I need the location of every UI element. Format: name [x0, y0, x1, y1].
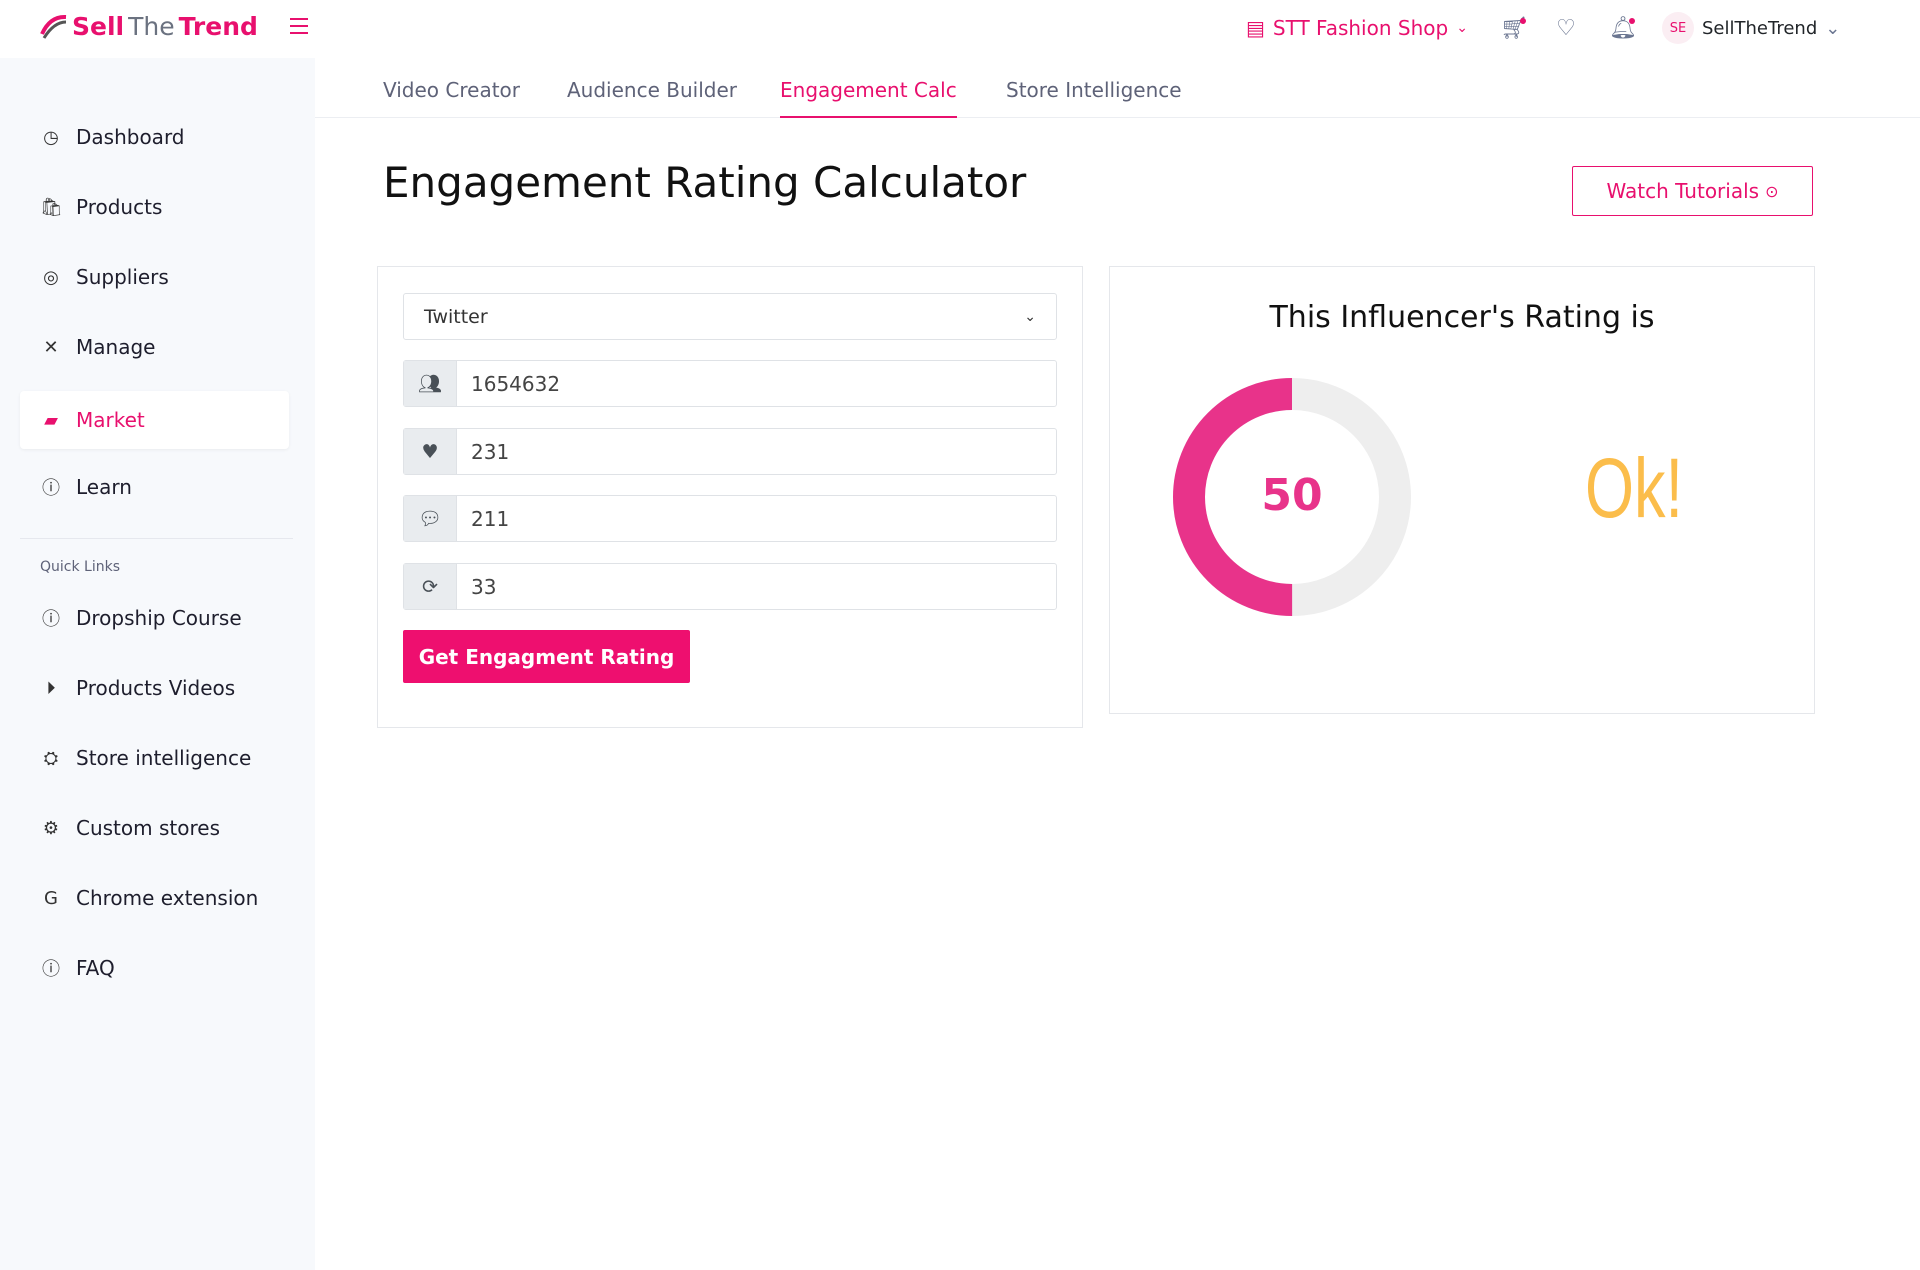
sidebar-item-products[interactable]: 🛍︎ Products — [20, 178, 289, 236]
comments-field[interactable]: 💬︎ 211 — [403, 495, 1057, 542]
sidebar-item-label: Custom stores — [76, 816, 220, 840]
logo-text: Trend — [178, 12, 258, 41]
page-title: Engagement Rating Calculator — [383, 158, 1027, 207]
platform-select[interactable]: Twitter ⌄ — [403, 293, 1057, 340]
platform-value: Twitter — [424, 305, 488, 328]
sidebar-divider — [20, 538, 293, 539]
tab-store-intelligence[interactable]: Store Intelligence — [1006, 78, 1182, 116]
heart-icon: ♥ — [404, 429, 457, 474]
get-rating-button[interactable]: Get Engagment Rating — [403, 630, 690, 683]
comment-icon: 💬︎ — [404, 496, 457, 541]
sidebar-item-products-videos[interactable]: ⏵ Products Videos — [20, 659, 289, 717]
sidebar-item-market[interactable]: ▰ Market — [20, 391, 289, 449]
logo-text: Sell — [72, 12, 125, 41]
shop-selector[interactable]: ▤ STT Fashion Shop ⌄ — [1246, 16, 1468, 40]
cart-icon[interactable]: 🛒︎ — [1500, 16, 1528, 42]
sidebar-item-label: Products — [76, 195, 163, 219]
sidebar-item-label: Products Videos — [76, 676, 236, 700]
chevron-down-icon: ⌄ — [1456, 20, 1468, 36]
tab-audience-builder[interactable]: Audience Builder — [567, 78, 737, 116]
sidebar: ◷ Dashboard 🛍︎ Products ◎ Suppliers ✕ Manage… — [0, 58, 315, 1270]
users-icon: 👥︎ — [404, 361, 457, 406]
sidebar-item-custom-stores[interactable]: ⚙ Custom stores — [20, 799, 289, 857]
chat-icon: ▰ — [44, 409, 58, 431]
logo-swoosh-icon — [40, 14, 67, 39]
sidebar-item-label: Chrome extension — [76, 886, 259, 910]
avatar: SE — [1662, 12, 1694, 44]
likes-input[interactable]: 231 — [457, 429, 1056, 474]
watch-tutorials-button[interactable]: Watch Tutorials ⊙ — [1572, 166, 1813, 216]
google-icon: G — [44, 887, 58, 909]
heart-icon[interactable]: ♡ — [1553, 16, 1579, 42]
bag-icon: 🛍︎ — [40, 196, 63, 218]
play-icon: ⏵ — [46, 677, 56, 699]
gear-icon: ⚙ — [42, 817, 60, 839]
sidebar-item-label: Dashboard — [76, 125, 185, 149]
sidebar-item-chrome-extension[interactable]: G Chrome extension — [20, 869, 289, 927]
sidebar-item-label: Suppliers — [76, 265, 169, 289]
rating-score: 50 — [1261, 470, 1323, 521]
sidebar-item-suppliers[interactable]: ◎ Suppliers — [20, 248, 289, 306]
help-icon: ⓘ — [42, 478, 60, 499]
play-circle-icon: ⊙ — [1765, 181, 1779, 201]
sidebar-item-learn[interactable]: ⓘ Learn — [20, 458, 289, 516]
tab-engagement-calc[interactable]: Engagement Calc — [780, 78, 957, 118]
sidebar-item-dashboard[interactable]: ◷ Dashboard — [20, 108, 289, 166]
rating-title: This Influencer's Rating is — [1269, 300, 1655, 335]
sidebar-item-label: Learn — [76, 475, 132, 499]
user-menu[interactable]: SE SellTheTrend ⌄ — [1662, 12, 1840, 44]
help-icon: ⓘ — [42, 959, 60, 980]
shares-input[interactable]: 33 — [457, 564, 1056, 609]
chevron-down-icon: ⌄ — [1825, 17, 1841, 39]
user-name: SellTheTrend — [1702, 17, 1818, 39]
logo-text: The — [128, 12, 175, 41]
sidebar-item-dropship-course[interactable]: ⓘ Dropship Course — [20, 589, 289, 647]
help-icon: ⓘ — [42, 609, 60, 630]
shop-name: STT Fashion Shop — [1272, 16, 1449, 40]
quick-links-heading: Quick Links — [40, 559, 121, 575]
button-label: Watch Tutorials — [1606, 179, 1760, 203]
sidebar-item-label: Dropship Course — [76, 606, 242, 630]
likes-field[interactable]: ♥ 231 — [403, 428, 1057, 475]
shares-field[interactable]: ⟳ 33 — [403, 563, 1057, 610]
sidebar-item-label: Store intelligence — [76, 746, 252, 770]
globe-icon: ◎ — [43, 266, 59, 288]
sidebar-item-manage[interactable]: ✕ Manage — [20, 318, 289, 376]
tab-video-creator[interactable]: Video Creator — [383, 78, 520, 116]
spy-icon: ⛭ — [43, 747, 59, 769]
chevron-down-icon: ⌄ — [1024, 308, 1036, 325]
followers-input[interactable]: 1654632 — [457, 361, 1056, 406]
comments-input[interactable]: 211 — [457, 496, 1056, 541]
sidebar-item-store-intelligence[interactable]: ⛭ Store intelligence — [20, 729, 289, 787]
gauge-icon: ◷ — [43, 126, 59, 148]
tools-icon: ✕ — [43, 336, 59, 358]
followers-field[interactable]: 👥︎ 1654632 — [403, 360, 1057, 407]
bell-icon[interactable]: 🔔︎ — [1609, 16, 1637, 42]
sidebar-item-faq[interactable]: ⓘ FAQ — [20, 939, 289, 997]
store-icon: ▤ — [1246, 16, 1265, 40]
sidebar-item-label: Manage — [76, 335, 156, 359]
sidebar-item-label: FAQ — [76, 956, 115, 980]
logo[interactable]: Sell The Trend — [40, 12, 258, 41]
sidebar-item-label: Market — [76, 408, 145, 432]
rating-verdict: Ok! — [1585, 441, 1684, 535]
menu-toggle-icon[interactable] — [290, 18, 308, 34]
tab-bar: Video Creator Audience Builder Engagemen… — [315, 58, 1920, 118]
refresh-icon: ⟳ — [404, 564, 457, 609]
